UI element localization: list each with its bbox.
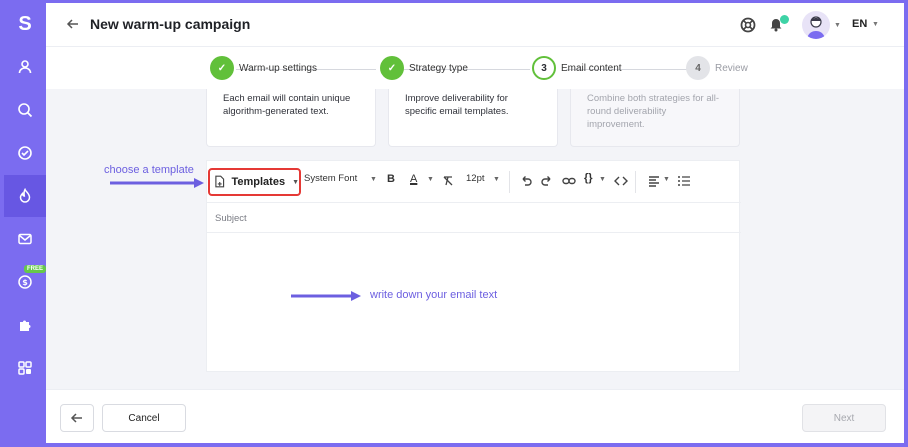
redo-icon[interactable]	[540, 174, 554, 188]
check-icon: ✓	[380, 56, 404, 80]
topbar: New warm-up campaign ▼ EN ▼	[46, 3, 904, 47]
app-logo[interactable]: S	[12, 11, 38, 37]
toolbar-divider	[635, 171, 636, 193]
flame-icon	[19, 188, 31, 203]
step-label: Strategy type	[409, 62, 468, 74]
link-icon[interactable]	[562, 174, 576, 188]
page-title: New warm-up campaign	[90, 16, 251, 32]
wizard-stepper: ✓ Warm-up settings ✓ Strategy type 3 Ema…	[46, 47, 904, 89]
wizard-footer: Cancel Next	[46, 389, 904, 443]
next-button[interactable]: Next	[802, 404, 886, 432]
avatar-caret-icon[interactable]: ▼	[834, 22, 841, 29]
annotation-arrow-icon	[110, 178, 204, 188]
email-body-input[interactable]	[207, 233, 741, 371]
mail-icon	[18, 233, 32, 245]
chevron-down-icon[interactable]: ▼	[427, 176, 434, 183]
grid-icon	[18, 361, 32, 375]
step-email-content[interactable]: 3 Email content	[532, 56, 622, 80]
avatar-person-icon	[807, 16, 825, 39]
back-button[interactable]	[60, 404, 94, 432]
chevron-down-icon[interactable]: ▼	[663, 176, 670, 183]
file-add-icon	[215, 175, 225, 188]
clear-format-icon[interactable]	[441, 174, 455, 188]
strategy-cards: Each email will contain unique algorithm…	[46, 89, 904, 149]
strategy-card-templates[interactable]: Improve deliverability for specific emai…	[388, 89, 558, 147]
templates-label: Templates	[231, 176, 286, 188]
arrow-left-icon	[70, 413, 82, 423]
free-badge: FREE	[24, 265, 47, 273]
language-caret-icon[interactable]: ▼	[872, 21, 879, 28]
puzzle-icon	[20, 320, 31, 331]
annotation-write-email: write down your email text	[370, 289, 498, 301]
text-color-icon[interactable]: A	[410, 173, 417, 185]
toolbar-divider	[509, 171, 510, 193]
step-number: 4	[686, 56, 710, 80]
font-size-select[interactable]: 12pt	[466, 173, 485, 184]
help-lifebuoy-icon[interactable]	[740, 17, 756, 33]
step-number: 3	[532, 56, 556, 80]
sidebar-item-warmup[interactable]	[4, 175, 46, 217]
check-circle-icon	[18, 146, 32, 160]
undo-icon[interactable]	[519, 174, 533, 188]
avatar[interactable]	[802, 11, 830, 39]
font-family-select[interactable]: System Font	[304, 173, 357, 184]
check-icon: ✓	[210, 56, 234, 80]
sidebar-item-search[interactable]	[4, 89, 46, 131]
templates-dropdown[interactable]: Templates ▼	[208, 168, 301, 196]
bold-icon[interactable]: B	[387, 173, 395, 185]
chevron-down-icon: ▼	[292, 178, 299, 186]
sidebar-item-contacts[interactable]	[4, 46, 46, 88]
back-arrow-icon[interactable]	[66, 17, 80, 31]
subject-input[interactable]: Subject	[215, 213, 247, 224]
chevron-down-icon[interactable]: ▼	[370, 176, 377, 183]
sidebar-item-email[interactable]	[4, 218, 46, 260]
code-icon[interactable]	[614, 174, 628, 188]
app-window: S $ FREE New warm-up campaign ▼ EN ▼ ✓ W…	[4, 3, 904, 443]
chevron-down-icon[interactable]: ▼	[493, 176, 500, 183]
notification-dot	[780, 15, 789, 24]
strategy-card-unique[interactable]: Each email will contain unique algorithm…	[206, 89, 376, 147]
email-editor: Templates ▼ System Font ▼ B A ▼ 12pt ▼ {…	[206, 160, 741, 372]
variables-icon[interactable]: {}	[584, 172, 593, 184]
main-area: New warm-up campaign ▼ EN ▼ ✓ Warm-up se…	[46, 3, 904, 443]
user-icon	[18, 60, 32, 74]
sidebar-item-integrations[interactable]	[4, 304, 46, 346]
search-icon	[18, 103, 33, 118]
bullet-list-icon[interactable]	[677, 174, 691, 188]
editor-toolbar: Templates ▼ System Font ▼ B A ▼ 12pt ▼ {…	[207, 161, 741, 203]
step-label: Warm-up settings	[239, 62, 317, 74]
step-label: Email content	[561, 62, 622, 74]
dollar-icon: $	[18, 275, 32, 289]
language-selector[interactable]: EN	[852, 18, 867, 30]
step-warmup-settings[interactable]: ✓ Warm-up settings	[210, 56, 317, 80]
svg-text:$: $	[22, 278, 28, 287]
step-label: Review	[715, 62, 748, 74]
cancel-button[interactable]: Cancel	[102, 404, 186, 432]
annotation-arrow-icon	[291, 291, 361, 301]
sidebar-item-verify[interactable]	[4, 132, 46, 174]
align-left-icon[interactable]	[648, 174, 662, 188]
strategy-card-combined[interactable]: Combine both strategies for all-round de…	[570, 89, 740, 147]
chevron-down-icon[interactable]: ▼	[599, 176, 606, 183]
sidebar: S $ FREE	[4, 3, 47, 443]
annotation-choose-template: choose a template	[104, 164, 194, 176]
step-review[interactable]: 4 Review	[686, 56, 748, 80]
step-strategy-type[interactable]: ✓ Strategy type	[380, 56, 468, 80]
sidebar-item-apps[interactable]	[4, 347, 46, 389]
